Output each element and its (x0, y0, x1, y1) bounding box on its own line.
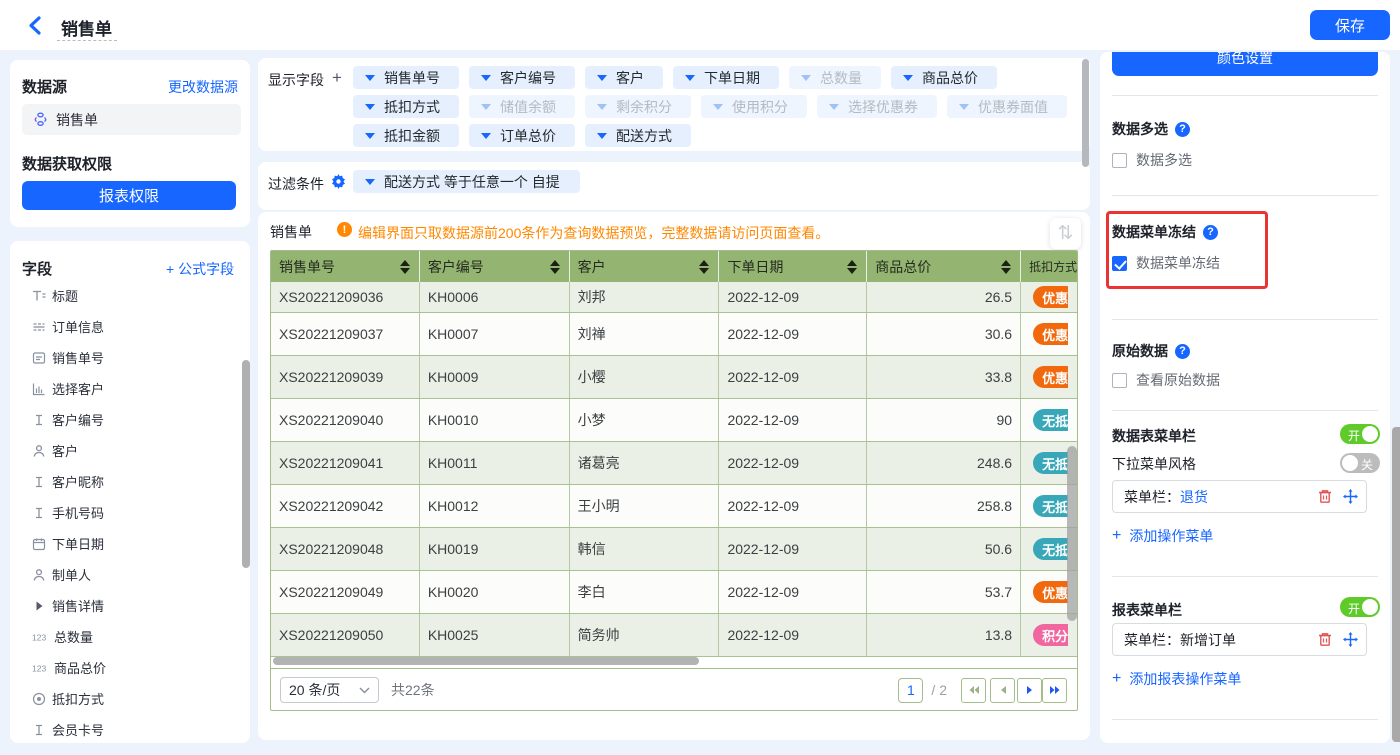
svg-text:123: 123 (32, 663, 46, 673)
svg-text:123: 123 (32, 632, 46, 642)
